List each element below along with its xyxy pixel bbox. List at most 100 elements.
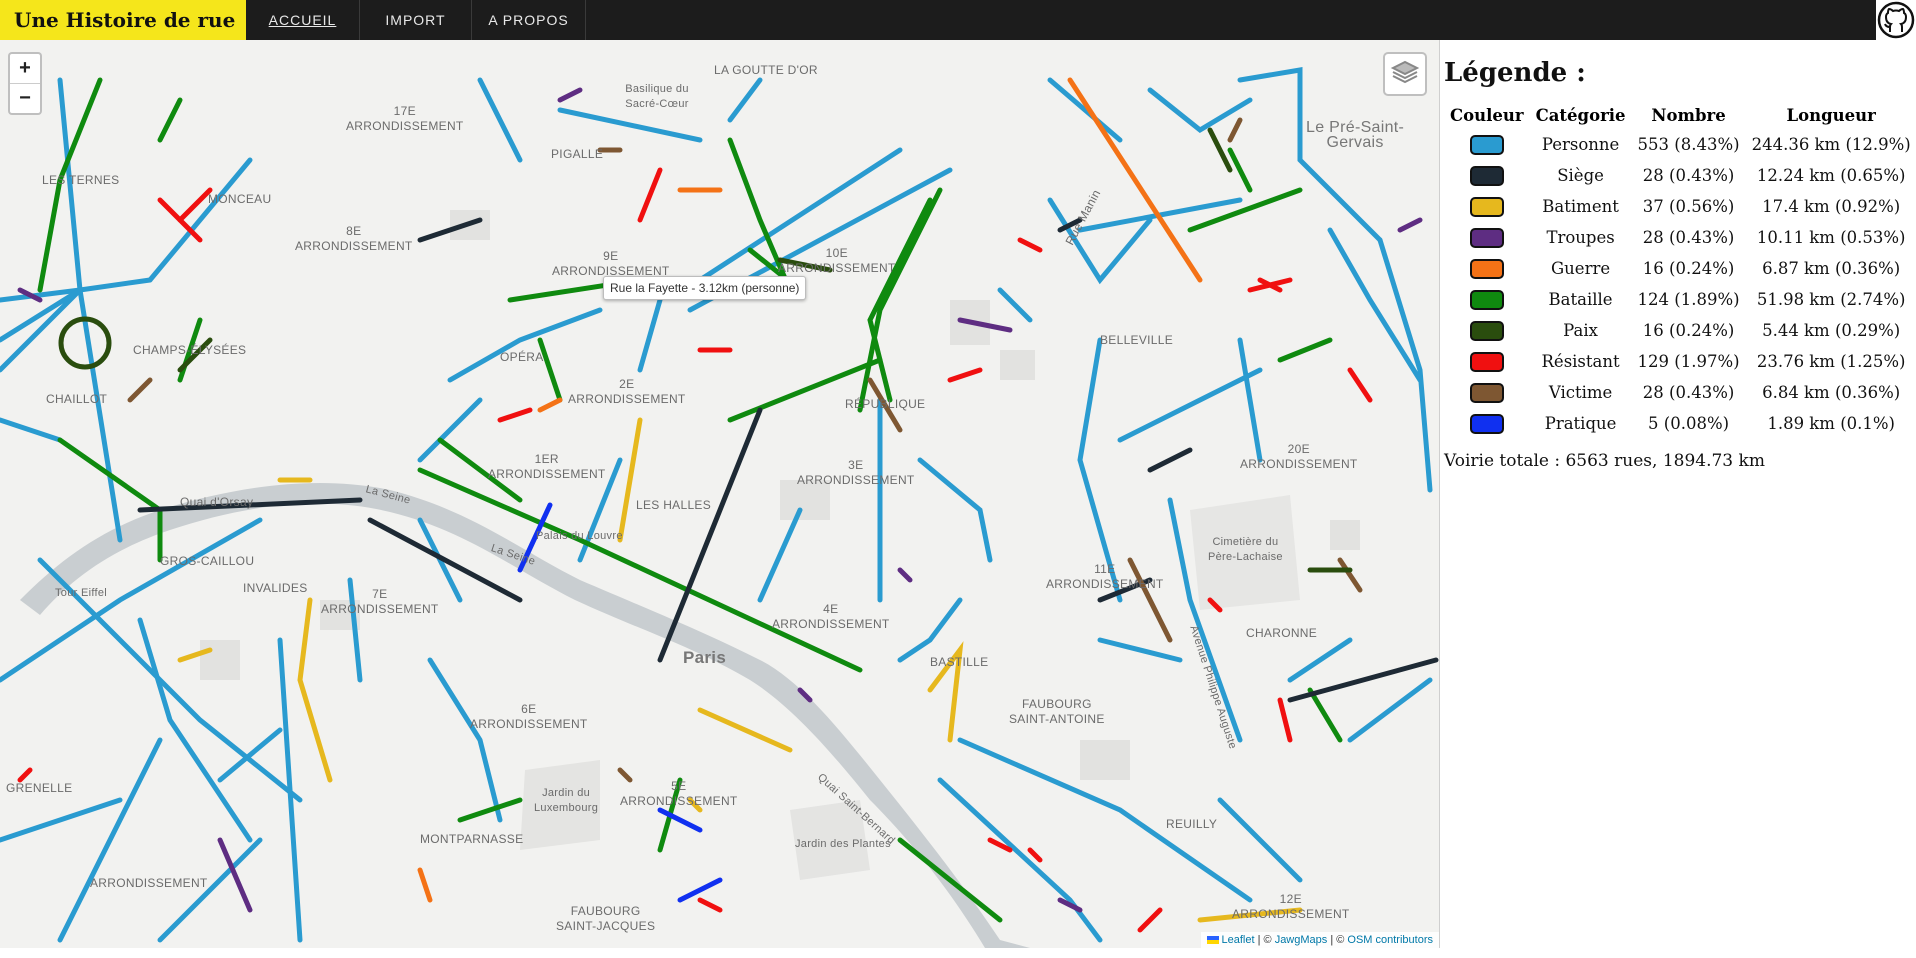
legend-row[interactable]: Pratique 5 (0.08%) 1.89 km (0.1%) <box>1444 408 1916 439</box>
label-arr20: 20E ARRONDISSEMENT <box>1240 442 1358 471</box>
label-arr3: 3E ARRONDISSEMENT <box>797 458 915 487</box>
label-tour-eiffel: Tour Eiffel <box>55 587 108 599</box>
github-icon[interactable] <box>1876 0 1916 40</box>
label-pre-saint-gervais: Le Pré-Saint- Gervais <box>1306 119 1405 151</box>
legend-category: Bataille <box>1548 290 1613 309</box>
color-swatch <box>1469 134 1504 155</box>
legend-row[interactable]: Paix 16 (0.24%) 5.44 km (0.29%) <box>1444 315 1916 346</box>
label-arr12: 12E ARRONDISSEMENT <box>1232 892 1350 921</box>
label-opera: OPÉRA <box>500 350 544 364</box>
legend-total: Voirie totale : 6563 rues, 1894.73 km <box>1444 451 1765 471</box>
legend-length: 5.44 km (0.29%) <box>1762 321 1901 340</box>
legend-table: Couleur Catégorie Nombre Longueur Person… <box>1444 102 1916 439</box>
legend-count: 37 (0.56%) <box>1642 197 1735 216</box>
label-invalides: INVALIDES <box>243 581 308 595</box>
color-swatch <box>1469 413 1504 434</box>
osm-link[interactable]: OSM contributors <box>1347 934 1433 946</box>
legend-row[interactable]: Siège 28 (0.43%) 12.24 km (0.65%) <box>1444 160 1916 191</box>
brand-title[interactable]: Une Histoire de rue <box>0 0 246 40</box>
label-les-halles: LES HALLES <box>636 498 712 512</box>
ukraine-flag-icon <box>1206 936 1219 945</box>
label-pigalle: PIGALLE <box>551 147 604 161</box>
nav-link-a-propos[interactable]: A PROPOS <box>472 0 586 40</box>
legend-category: Victime <box>1548 383 1613 402</box>
legend-length: 23.76 km (1.25%) <box>1756 352 1906 371</box>
color-swatch <box>1469 227 1504 248</box>
legend-category: Pratique <box>1544 414 1617 433</box>
label-gros-caillou: GROS-CAILLOU <box>160 554 255 568</box>
legend-category: Résistant <box>1541 352 1620 371</box>
nav-link-import[interactable]: IMPORT <box>360 0 472 40</box>
legend-color-cell <box>1444 160 1530 191</box>
attribution-separator: | © <box>1327 934 1348 946</box>
label-champs-elysees: CHAMPS-ÉLYSÉES <box>133 343 247 357</box>
legend-count: 129 (1.97%) <box>1637 352 1740 371</box>
streets-layer <box>0 67 1439 943</box>
label-arr7: 7E ARRONDISSEMENT <box>321 587 439 616</box>
legend-color-cell <box>1444 129 1530 160</box>
label-paris: Paris <box>683 648 727 667</box>
label-arr4: 4E ARRONDISSEMENT <box>772 602 890 631</box>
legend-length: 12.24 km (0.65%) <box>1756 166 1906 185</box>
legend-length: 6.87 km (0.36%) <box>1762 259 1901 278</box>
color-swatch <box>1469 382 1504 403</box>
legend-count: 28 (0.43%) <box>1642 166 1735 185</box>
attribution-separator: | © <box>1254 934 1275 946</box>
layers-icon[interactable] <box>1383 52 1427 96</box>
color-swatch <box>1469 320 1504 341</box>
label-arr5: 5E ARRONDISSEMENT <box>620 779 738 808</box>
legend-count: 28 (0.43%) <box>1642 383 1735 402</box>
legend-header-color: Couleur <box>1450 106 1524 125</box>
label-arr10: 10E ARRONDISSEMENT <box>778 246 896 275</box>
legend-row[interactable]: Victime 28 (0.43%) 6.84 km (0.36%) <box>1444 377 1916 408</box>
legend-row[interactable]: Résistant 129 (1.97%) 23.76 km (1.25%) <box>1444 346 1916 377</box>
legend-count: 5 (0.08%) <box>1648 414 1730 433</box>
label-arr17: 17E ARRONDISSEMENT <box>346 104 464 133</box>
label-republique: RÉPUBLIQUE <box>845 397 926 411</box>
label-jardin-luxembourg: Jardin du Luxembourg <box>534 787 599 814</box>
legend-color-cell <box>1444 408 1530 439</box>
legend-category: Guerre <box>1551 259 1611 278</box>
label-faubourg-saint-antoine: FAUBOURG SAINT-ANTOINE <box>1009 697 1105 726</box>
zoom-in-button[interactable]: + <box>10 54 40 83</box>
legend-header-category: Catégorie <box>1535 106 1626 125</box>
legend-color-cell <box>1444 346 1530 377</box>
legend-row[interactable]: Bataille 124 (1.89%) 51.98 km (2.74%) <box>1444 284 1916 315</box>
legend-row[interactable]: Troupes 28 (0.43%) 10.11 km (0.53%) <box>1444 222 1916 253</box>
label-bastille: BASTILLE <box>930 655 989 669</box>
legend-count: 16 (0.24%) <box>1642 321 1735 340</box>
label-arr8: 8E ARRONDISSEMENT <box>295 224 413 253</box>
legend-category: Troupes <box>1546 228 1615 247</box>
legend-category: Batiment <box>1542 197 1619 216</box>
street-tooltip: Rue la Fayette - 3.12km (personne) <box>603 276 807 300</box>
legend-row[interactable]: Guerre 16 (0.24%) 6.87 km (0.36%) <box>1444 253 1916 284</box>
label-monceau: MONCEAU <box>208 192 272 206</box>
label-palais-du-louvre: Palais du Louvre <box>536 530 623 542</box>
label-pere-lachaise: Cimetière du Père-Lachaise <box>1208 536 1283 563</box>
legend-color-cell <box>1444 222 1530 253</box>
legend-category: Siège <box>1557 166 1604 185</box>
label-faubourg-saint-jacques: FAUBOURG SAINT-JACQUES <box>556 904 656 933</box>
label-chaillot: CHAILLOT <box>46 392 108 406</box>
label-quai-dorsay: Quai d'Orsay <box>180 495 254 509</box>
legend-color-cell <box>1444 315 1530 346</box>
jawgmaps-link[interactable]: JawgMaps <box>1275 934 1328 946</box>
legend-row[interactable]: Personne 553 (8.43%) 244.36 km (12.9%) <box>1444 129 1916 160</box>
nav-link-accueil[interactable]: ACCUEIL <box>246 0 360 40</box>
label-arr11: 11E ARRONDISSEMENT <box>1046 562 1164 591</box>
legend-length: 17.4 km (0.92%) <box>1762 197 1901 216</box>
legend-length: 51.98 km (2.74%) <box>1756 290 1906 309</box>
legend-panel: Légende : Couleur Catégorie Nombre Longu… <box>1444 58 1916 471</box>
top-navbar: Une Histoire de rue ACCUEIL IMPORT A PRO… <box>0 0 1916 40</box>
leaflet-link[interactable]: Leaflet <box>1222 934 1255 946</box>
legend-length: 1.89 km (0.1%) <box>1767 414 1895 433</box>
map-canvas[interactable]: LA GOUTTE D'OR Basilique du Sacré-Cœur 1… <box>0 40 1440 948</box>
legend-length: 244.36 km (12.9%) <box>1751 135 1911 154</box>
label-jardin-des-plantes: Jardin des Plantes <box>795 838 891 850</box>
zoom-out-button[interactable]: − <box>10 83 40 113</box>
map-attribution: Leaflet | © JawgMaps | © OSM contributor… <box>1200 932 1439 948</box>
legend-color-cell <box>1444 191 1530 222</box>
legend-length: 10.11 km (0.53%) <box>1756 228 1906 247</box>
legend-category: Paix <box>1563 321 1598 340</box>
legend-row[interactable]: Batiment 37 (0.56%) 17.4 km (0.92%) <box>1444 191 1916 222</box>
